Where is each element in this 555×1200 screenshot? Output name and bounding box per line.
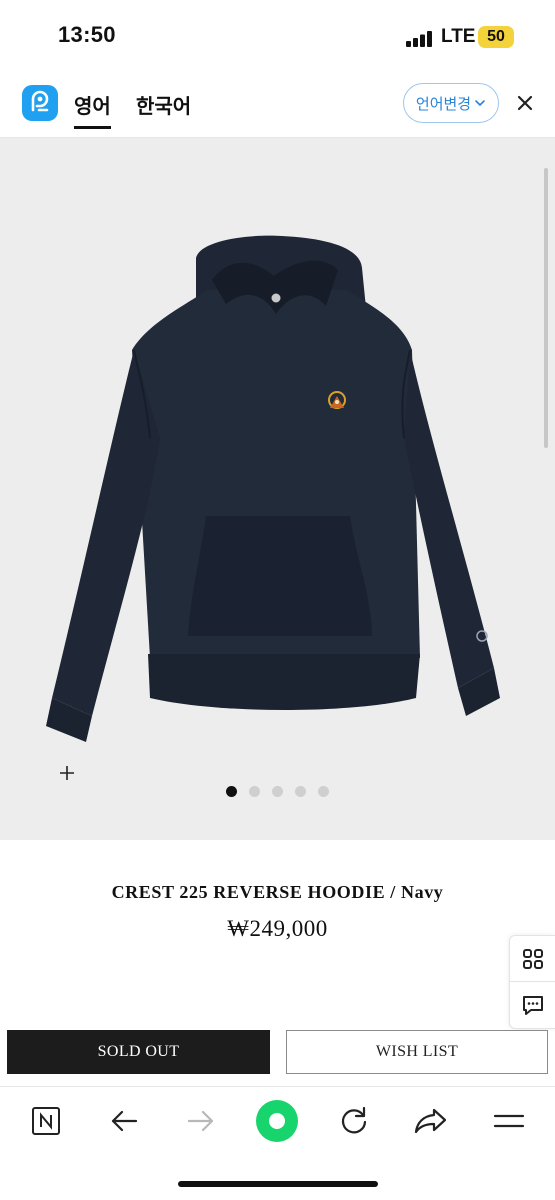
refresh-icon xyxy=(341,1106,367,1134)
image-scrollbar[interactable] xyxy=(544,168,548,448)
chat-button[interactable] xyxy=(510,982,555,1028)
change-language-label: 언어변경 xyxy=(415,95,472,113)
menu-button[interactable] xyxy=(487,1099,531,1143)
carousel-dots xyxy=(226,786,329,797)
product-name: CREST 225 REVERSE HOODIE / Navy xyxy=(111,882,444,902)
close-icon[interactable] xyxy=(514,92,536,114)
product-price: ₩249,000 xyxy=(227,916,328,941)
grid-icon xyxy=(523,948,543,969)
sold-out-button[interactable]: SOLD OUT xyxy=(7,1030,270,1074)
tab-english[interactable]: 영어 xyxy=(74,90,111,129)
floating-side-buttons xyxy=(509,935,555,1029)
home-indicator xyxy=(178,1181,378,1187)
menu-icon xyxy=(493,1114,525,1128)
chat-icon xyxy=(523,996,543,1015)
green-dot-icon xyxy=(256,1100,298,1142)
network-label: LTE xyxy=(441,26,476,47)
naver-home-icon xyxy=(32,1107,60,1135)
signal-icon xyxy=(406,31,432,47)
forward-button[interactable] xyxy=(179,1099,223,1143)
wish-list-button[interactable]: WISH LIST xyxy=(286,1030,548,1074)
share-button[interactable] xyxy=(409,1099,453,1143)
carousel-dot[interactable] xyxy=(249,786,260,797)
tab-korean[interactable]: 한국어 xyxy=(136,90,191,119)
battery-indicator: 50 xyxy=(478,26,514,48)
green-dot-button[interactable] xyxy=(255,1099,299,1143)
carousel-dot[interactable] xyxy=(295,786,306,797)
hoodie-image xyxy=(46,235,500,742)
grid-button[interactable] xyxy=(510,936,555,982)
forward-arrow-icon xyxy=(187,1110,214,1132)
plus-icon[interactable] xyxy=(58,764,76,782)
chevron-down-icon xyxy=(475,100,485,106)
back-arrow-icon xyxy=(111,1110,138,1132)
refresh-button[interactable] xyxy=(332,1099,376,1143)
carousel-dot[interactable] xyxy=(318,786,329,797)
status-bar: 13:50 LTE 50 xyxy=(0,0,555,70)
product-image-carousel[interactable] xyxy=(0,138,555,840)
papago-logo-icon[interactable] xyxy=(22,85,58,121)
share-icon xyxy=(414,1108,447,1134)
carousel-dot[interactable] xyxy=(272,786,283,797)
change-language-button[interactable]: 언어변경 xyxy=(403,83,499,123)
status-time: 13:50 xyxy=(58,22,116,47)
naver-home-button[interactable] xyxy=(24,1099,68,1143)
translation-bar: 영어 한국어 언어변경 xyxy=(0,70,555,138)
carousel-dot[interactable] xyxy=(226,786,237,797)
battery-level: 50 xyxy=(487,28,505,45)
back-button[interactable] xyxy=(102,1099,146,1143)
browser-toolbar xyxy=(0,1086,555,1200)
